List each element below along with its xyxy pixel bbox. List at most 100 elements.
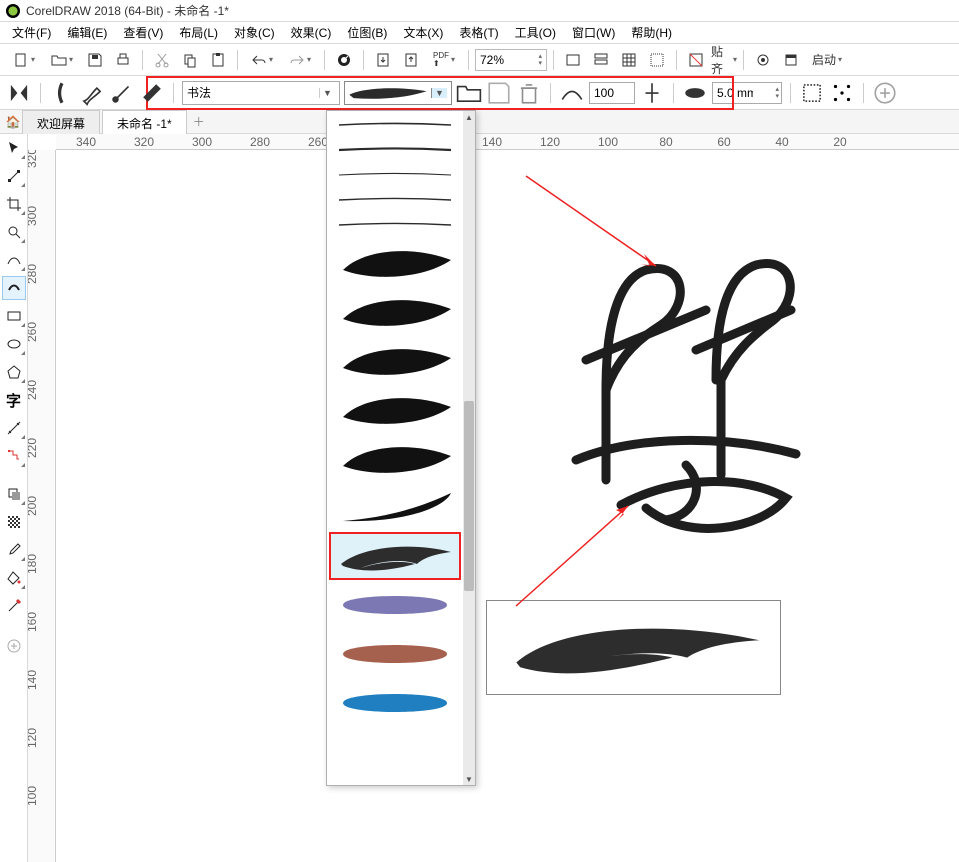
drop-shadow-tool[interactable] bbox=[2, 482, 26, 506]
stroke-option-thin-taper-4[interactable] bbox=[329, 188, 461, 212]
snap-handles-button[interactable] bbox=[829, 80, 855, 106]
pick-tool[interactable] bbox=[2, 136, 26, 160]
connector-tool[interactable] bbox=[2, 444, 26, 468]
tab-document[interactable]: 未命名 -1* bbox=[102, 110, 187, 136]
stroke-option-thin-line-3[interactable] bbox=[329, 163, 461, 187]
save-stroke-button[interactable] bbox=[486, 80, 512, 106]
brush-stroke-dropdown[interactable]: ▲ ▼ bbox=[326, 110, 476, 786]
stroke-dropdown-scrollbar[interactable]: ▲ ▼ bbox=[463, 111, 475, 785]
add-tab-button[interactable]: ＋ bbox=[189, 113, 209, 131]
menu-layout[interactable]: 布局(L) bbox=[171, 22, 226, 43]
launch-button[interactable]: 启动▾ bbox=[806, 47, 848, 73]
redo-button[interactable]: ▾ bbox=[282, 47, 318, 73]
fill-tool[interactable] bbox=[2, 566, 26, 590]
search-content-button[interactable] bbox=[331, 47, 357, 73]
menu-window[interactable]: 窗口(W) bbox=[564, 22, 623, 43]
options-preview-button[interactable] bbox=[683, 47, 709, 73]
category-combo[interactable]: 书法 ▼ bbox=[182, 81, 340, 105]
menu-effects[interactable]: 效果(C) bbox=[283, 22, 340, 43]
home-icon[interactable]: 🏠 bbox=[2, 111, 24, 133]
fullscreen-preview-button[interactable] bbox=[560, 47, 586, 73]
menu-view[interactable]: 查看(V) bbox=[115, 22, 171, 43]
stroke-width-input[interactable] bbox=[715, 86, 755, 100]
menu-edit[interactable]: 编辑(E) bbox=[59, 22, 115, 43]
export-button[interactable] bbox=[398, 47, 424, 73]
scroll-thumb[interactable] bbox=[464, 401, 474, 591]
scroll-up-icon[interactable]: ▲ bbox=[463, 111, 475, 123]
polygon-tool[interactable] bbox=[2, 360, 26, 384]
print-button[interactable] bbox=[110, 47, 136, 73]
ellipse-tool[interactable] bbox=[2, 332, 26, 356]
browse-button[interactable] bbox=[456, 80, 482, 106]
copy-button[interactable] bbox=[177, 47, 203, 73]
brush-stroke-combo[interactable]: ▼ bbox=[344, 81, 452, 105]
menu-file[interactable]: 文件(F) bbox=[4, 22, 59, 43]
stroke-option-thin-taper-5[interactable] bbox=[329, 213, 461, 237]
delete-stroke-button[interactable] bbox=[516, 80, 542, 106]
stroke-option-calli-black-3[interactable] bbox=[329, 336, 461, 384]
outline-tool[interactable] bbox=[2, 594, 26, 618]
options-button[interactable] bbox=[750, 47, 776, 73]
menu-object[interactable]: 对象(C) bbox=[226, 22, 283, 43]
artistic-media-tool[interactable] bbox=[2, 276, 26, 300]
smoothing-input[interactable] bbox=[592, 86, 632, 100]
vertical-ruler[interactable]: 320300280260240220200180160140120100 bbox=[28, 150, 56, 862]
paste-button[interactable] bbox=[205, 47, 231, 73]
show-grid-button[interactable] bbox=[616, 47, 642, 73]
expand-toolbox-button[interactable] bbox=[2, 634, 26, 658]
undo-button[interactable]: ▾ bbox=[244, 47, 280, 73]
stroke-option-color-purple[interactable] bbox=[329, 581, 461, 629]
stroke-option-thin-line-2[interactable] bbox=[329, 138, 461, 162]
stroke-option-color-blue[interactable] bbox=[329, 679, 461, 727]
transparency-tool[interactable] bbox=[2, 510, 26, 534]
freehand-tool[interactable] bbox=[2, 248, 26, 272]
shape-tool[interactable] bbox=[2, 164, 26, 188]
stroke-option-calli-black-5[interactable] bbox=[329, 434, 461, 482]
stroke-option-calli-black-2[interactable] bbox=[329, 287, 461, 335]
menu-help[interactable]: 帮助(H) bbox=[623, 22, 680, 43]
smoothing-field[interactable] bbox=[589, 82, 635, 104]
zoom-input[interactable] bbox=[480, 53, 526, 67]
stroke-option-calli-black-4[interactable] bbox=[329, 385, 461, 433]
show-rulers-button[interactable] bbox=[588, 47, 614, 73]
bounding-box-button[interactable] bbox=[799, 80, 825, 106]
stroke-option-calli-black-1[interactable] bbox=[329, 238, 461, 286]
stroke-option-thin-gradient-1[interactable] bbox=[329, 113, 461, 137]
save-button[interactable] bbox=[82, 47, 108, 73]
calligraphic-button[interactable] bbox=[139, 80, 165, 106]
add-preset-button[interactable] bbox=[872, 80, 898, 106]
snap-to-button[interactable]: 贴齐▾ bbox=[711, 47, 737, 73]
text-tool[interactable]: 字 bbox=[2, 388, 26, 412]
preset-stroke-button[interactable] bbox=[49, 80, 75, 106]
parallel-dim-tool[interactable] bbox=[2, 416, 26, 440]
menu-table[interactable]: 表格(T) bbox=[451, 22, 506, 43]
new-button[interactable]: ▾ bbox=[6, 47, 42, 73]
sprayer-button[interactable] bbox=[109, 80, 135, 106]
import-button[interactable] bbox=[370, 47, 396, 73]
smoothing-slider-button[interactable] bbox=[639, 80, 665, 106]
app-launcher-button[interactable] bbox=[778, 47, 804, 73]
open-button[interactable]: ▾ bbox=[44, 47, 80, 73]
menu-text[interactable]: 文本(X) bbox=[395, 22, 451, 43]
stroke-width-field[interactable]: ▴▾ bbox=[712, 82, 782, 104]
show-guides-button[interactable] bbox=[644, 47, 670, 73]
menu-tools[interactable]: 工具(O) bbox=[507, 22, 564, 43]
publish-pdf-button[interactable]: PDF⬆▾ bbox=[426, 47, 462, 73]
stroke-option-brush-dry-selected[interactable] bbox=[329, 532, 461, 580]
zoom-level-combo[interactable]: ▴▾ bbox=[475, 49, 547, 71]
stroke-option-color-brown[interactable] bbox=[329, 630, 461, 678]
mirror-h-button[interactable] bbox=[6, 80, 32, 106]
crop-tool[interactable] bbox=[2, 192, 26, 216]
rectangle-tool[interactable] bbox=[2, 304, 26, 328]
eyedropper-tool[interactable] bbox=[2, 538, 26, 562]
canvas-area[interactable]: 34032030028026018016014012010080604020 3… bbox=[28, 134, 959, 862]
brush-button[interactable] bbox=[79, 80, 105, 106]
cut-button[interactable] bbox=[149, 47, 175, 73]
tab-welcome[interactable]: 欢迎屏幕 bbox=[22, 110, 100, 136]
stroke-option-calli-tail-6[interactable] bbox=[329, 483, 461, 531]
zoom-tool[interactable] bbox=[2, 220, 26, 244]
menu-bitmap[interactable]: 位图(B) bbox=[339, 22, 395, 43]
scroll-down-icon[interactable]: ▼ bbox=[463, 773, 475, 785]
horizontal-ruler[interactable]: 34032030028026018016014012010080604020 bbox=[56, 134, 959, 150]
drawing-canvas[interactable] bbox=[56, 150, 959, 862]
